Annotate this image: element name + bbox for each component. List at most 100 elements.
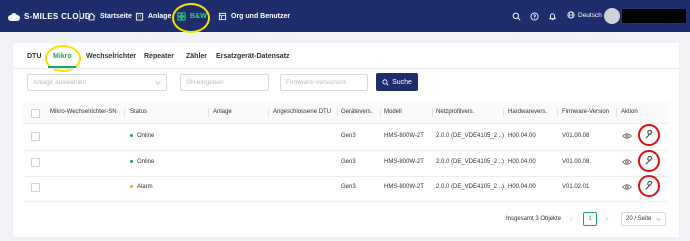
tab-repeater[interactable]: Repeater bbox=[144, 53, 174, 60]
navbar-divider bbox=[79, 10, 80, 22]
bell-icon[interactable] bbox=[548, 12, 557, 21]
cloud-logo-icon bbox=[6, 12, 20, 21]
column-header-anlage: Anlage bbox=[213, 109, 232, 115]
tab-zaehler[interactable]: Zähler bbox=[186, 53, 207, 60]
firmware-version-cell: V01.00.08 bbox=[562, 133, 590, 139]
highlight-circle-action bbox=[638, 175, 660, 197]
page-size-label: 20 / Seite bbox=[626, 216, 652, 222]
page-size-select[interactable]: 20 / Seite bbox=[621, 212, 666, 226]
row-checkbox[interactable] bbox=[31, 158, 40, 167]
eye-icon[interactable] bbox=[622, 158, 632, 166]
column-separator bbox=[268, 108, 269, 117]
hardware-version-cell: H00.04.00 bbox=[508, 133, 536, 139]
org-icon bbox=[218, 12, 227, 20]
status-cell: Online bbox=[130, 159, 154, 165]
row-divider bbox=[23, 201, 668, 202]
column-separator bbox=[337, 108, 338, 117]
grid-profile-cell: 2.0.0 (DE_VDE4105_2 ..) bbox=[436, 184, 505, 190]
row-checkbox[interactable] bbox=[31, 132, 40, 141]
hardware-version-cell: H00.04.00 bbox=[508, 159, 536, 165]
column-separator bbox=[557, 108, 558, 117]
tab-wechselrichter[interactable]: Wechselrichter bbox=[86, 53, 136, 60]
firmware-input-field[interactable] bbox=[280, 74, 368, 91]
column-header-modell: Modell bbox=[384, 109, 402, 115]
device-version-cell: Gen3 bbox=[341, 159, 356, 165]
eye-icon[interactable] bbox=[622, 132, 632, 140]
building-icon bbox=[135, 12, 144, 21]
column-separator bbox=[380, 108, 381, 117]
status-text: Online bbox=[137, 133, 155, 139]
help-icon[interactable] bbox=[530, 12, 539, 21]
model-cell: HMS-800W-2T bbox=[384, 159, 424, 165]
status-cell: Alarm bbox=[130, 184, 153, 190]
plant-select[interactable]: Anlage auswählen bbox=[27, 74, 167, 91]
page-number-current[interactable]: 1 bbox=[583, 212, 597, 226]
column-header-aktion: Aktion bbox=[621, 109, 638, 115]
username-redacted[interactable] bbox=[622, 9, 686, 23]
tab-dtu[interactable]: DTU bbox=[27, 53, 41, 60]
content-card bbox=[13, 43, 679, 237]
grid-profile-cell: 2.0.0 (DE_VDE4105_2 ..) bbox=[436, 159, 505, 165]
top-navbar: S-MILES CLOUD Startseite Anlage B&W Org … bbox=[0, 0, 690, 33]
nav-item-anlage[interactable]: Anlage bbox=[135, 10, 171, 22]
next-page-icon[interactable]: › bbox=[606, 216, 608, 223]
hardware-version-cell: H00.04.00 bbox=[508, 184, 536, 190]
column-header-dtu: Angeschlossene DTU bbox=[273, 109, 332, 115]
total-count: Insgesamt 3 Objekte bbox=[506, 216, 562, 222]
device-version-cell: Gen3 bbox=[341, 184, 356, 190]
eye-icon[interactable] bbox=[622, 183, 632, 191]
sn-input-field[interactable] bbox=[180, 74, 269, 91]
status-dot-alarm bbox=[130, 184, 133, 188]
column-separator bbox=[208, 108, 209, 117]
model-cell: HMS-800W-2T bbox=[384, 133, 424, 139]
status-dot-online bbox=[130, 133, 133, 137]
nav-item-org-und-benutzer[interactable]: Org und Benutzer bbox=[218, 10, 290, 22]
sn-input[interactable] bbox=[186, 79, 263, 86]
status-text: Online bbox=[137, 159, 155, 165]
row-divider bbox=[23, 176, 668, 177]
column-header-status: Status bbox=[130, 109, 148, 115]
column-header-netzprofilvers: Netzprofilvers. bbox=[436, 109, 475, 115]
firmware-version-cell: V01.00.08 bbox=[562, 159, 590, 165]
search-icon[interactable] bbox=[512, 12, 521, 21]
plant-select-placeholder: Anlage auswählen bbox=[33, 79, 87, 86]
tab-ersatzgeraet[interactable]: Ersatzgerät-Datensatz bbox=[216, 53, 290, 60]
nav-item-label: Org und Benutzer bbox=[231, 12, 291, 20]
column-separator bbox=[124, 108, 125, 117]
status-text: Alarm bbox=[137, 184, 153, 190]
nav-item-startseite[interactable]: Startseite bbox=[87, 10, 132, 22]
model-cell: HMS-800W-2T bbox=[384, 184, 424, 190]
chevron-down-icon bbox=[656, 217, 661, 221]
select-all-checkbox[interactable] bbox=[31, 109, 40, 118]
firmware-version-cell: V01.02.01 bbox=[562, 184, 590, 190]
highlight-circle-action bbox=[638, 150, 660, 172]
status-cell: Online bbox=[130, 133, 154, 139]
globe-icon bbox=[567, 11, 575, 19]
column-header-hardwarevers: Hardwarevers. bbox=[508, 109, 548, 115]
prev-page-icon[interactable]: ‹ bbox=[570, 216, 572, 223]
nav-item-label: Anlage bbox=[148, 12, 172, 20]
device-version-cell: Gen3 bbox=[341, 133, 356, 139]
highlight-circle-action bbox=[638, 124, 660, 146]
column-separator bbox=[432, 108, 433, 117]
language-selector[interactable]: Deutsch bbox=[567, 11, 602, 19]
search-icon bbox=[382, 78, 389, 86]
row-checkbox[interactable] bbox=[31, 183, 40, 192]
home-icon bbox=[87, 12, 96, 20]
search-button-label: Suche bbox=[392, 78, 412, 86]
tabs-divider bbox=[13, 68, 679, 69]
status-dot-online bbox=[130, 159, 133, 163]
language-label: Deutsch bbox=[578, 11, 602, 19]
grid-profile-cell: 2.0.0 (DE_VDE4105_2 ..) bbox=[436, 133, 505, 139]
column-header-sn: Mikro-Wechselrichter-SN bbox=[50, 109, 117, 115]
chevron-down-icon bbox=[155, 80, 161, 85]
column-header-geraetevers: Gerätevers. bbox=[341, 109, 373, 115]
app-logo-text: S-MILES CLOUD bbox=[24, 12, 92, 21]
column-separator bbox=[503, 108, 504, 117]
search-button[interactable]: Suche bbox=[376, 73, 418, 91]
firmware-input[interactable] bbox=[286, 79, 362, 86]
highlight-circle-bw bbox=[172, 3, 210, 33]
avatar[interactable] bbox=[604, 8, 620, 24]
row-divider bbox=[23, 150, 668, 151]
column-header-firmware: Firmware-Version bbox=[562, 109, 610, 115]
